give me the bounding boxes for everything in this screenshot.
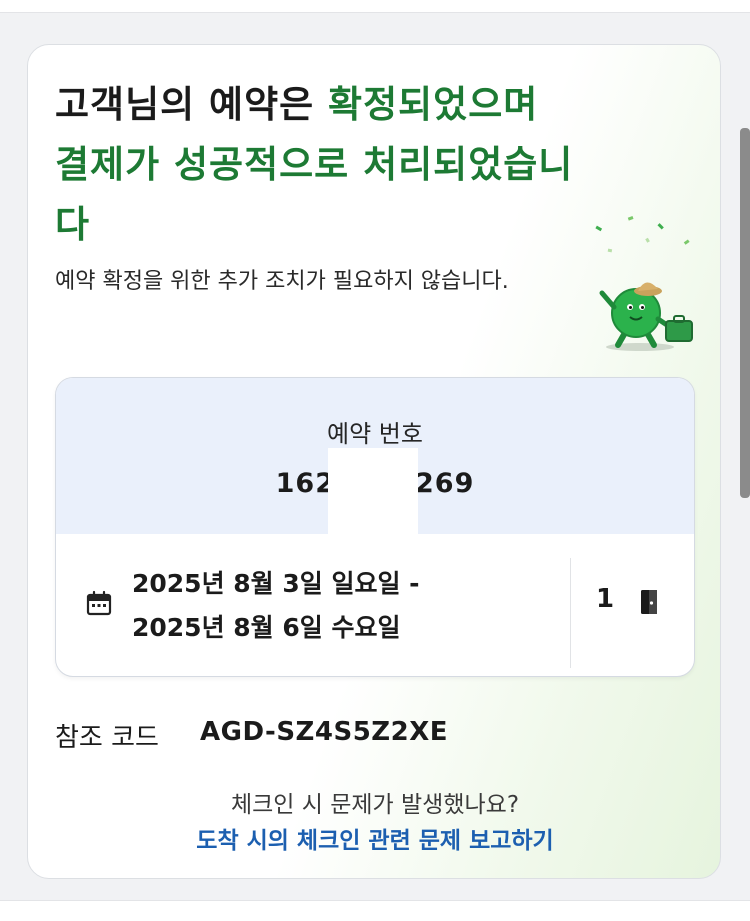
- date-start: 2025년 8월 3일 일요일 -: [132, 569, 420, 598]
- date-end: 2025년 8월 6일 수요일: [132, 613, 401, 642]
- booking-number-suffix: 269: [415, 468, 475, 499]
- confirmation-subtext: 예약 확정을 위한 추가 조치가 필요하지 않습니다.: [55, 269, 509, 294]
- next-card-edge: [0, 900, 750, 921]
- report-checkin-problem-link[interactable]: 도착 시의 체크인 관련 문제 보고하기: [28, 821, 720, 855]
- headline-black-text: 고객님의 예약은: [55, 83, 329, 126]
- scrollbar[interactable]: [740, 128, 750, 498]
- checkin-problem-question: 체크인 시 문제가 발생했나요?: [230, 792, 520, 818]
- room-count: 1: [596, 584, 615, 614]
- confirmation-card: 고객님의 예약은 확정되었으며 결제가 성공적으로 처리되었습니다 예약 확정을…: [27, 44, 721, 879]
- reference-code-label: 참조 코드: [55, 723, 159, 753]
- reference-code-value: AGD-SZ4S5Z2XE: [200, 717, 449, 747]
- top-strip: [0, 0, 750, 13]
- vertical-divider: [570, 558, 571, 668]
- calendar-icon: [86, 590, 112, 616]
- door-icon: [641, 590, 657, 614]
- confirmation-headline: 고객님의 예약은 확정되었으며 결제가 성공적으로 처리되었습니다: [55, 75, 575, 255]
- redaction-block: [328, 448, 418, 534]
- mascot-illustration: [595, 216, 693, 351]
- stay-dates: 2025년 8월 3일 일요일 - 2025년 8월 6일 수요일: [132, 562, 420, 650]
- booking-number-label: 예약 번호: [327, 420, 423, 448]
- booking-number-prefix: 162: [275, 468, 335, 499]
- booking-number-section: 예약 번호 162 269: [56, 378, 694, 534]
- booking-summary-box: 예약 번호 162 269 2025년 8월 3일 일요일 - 2025년 8월 …: [55, 377, 695, 677]
